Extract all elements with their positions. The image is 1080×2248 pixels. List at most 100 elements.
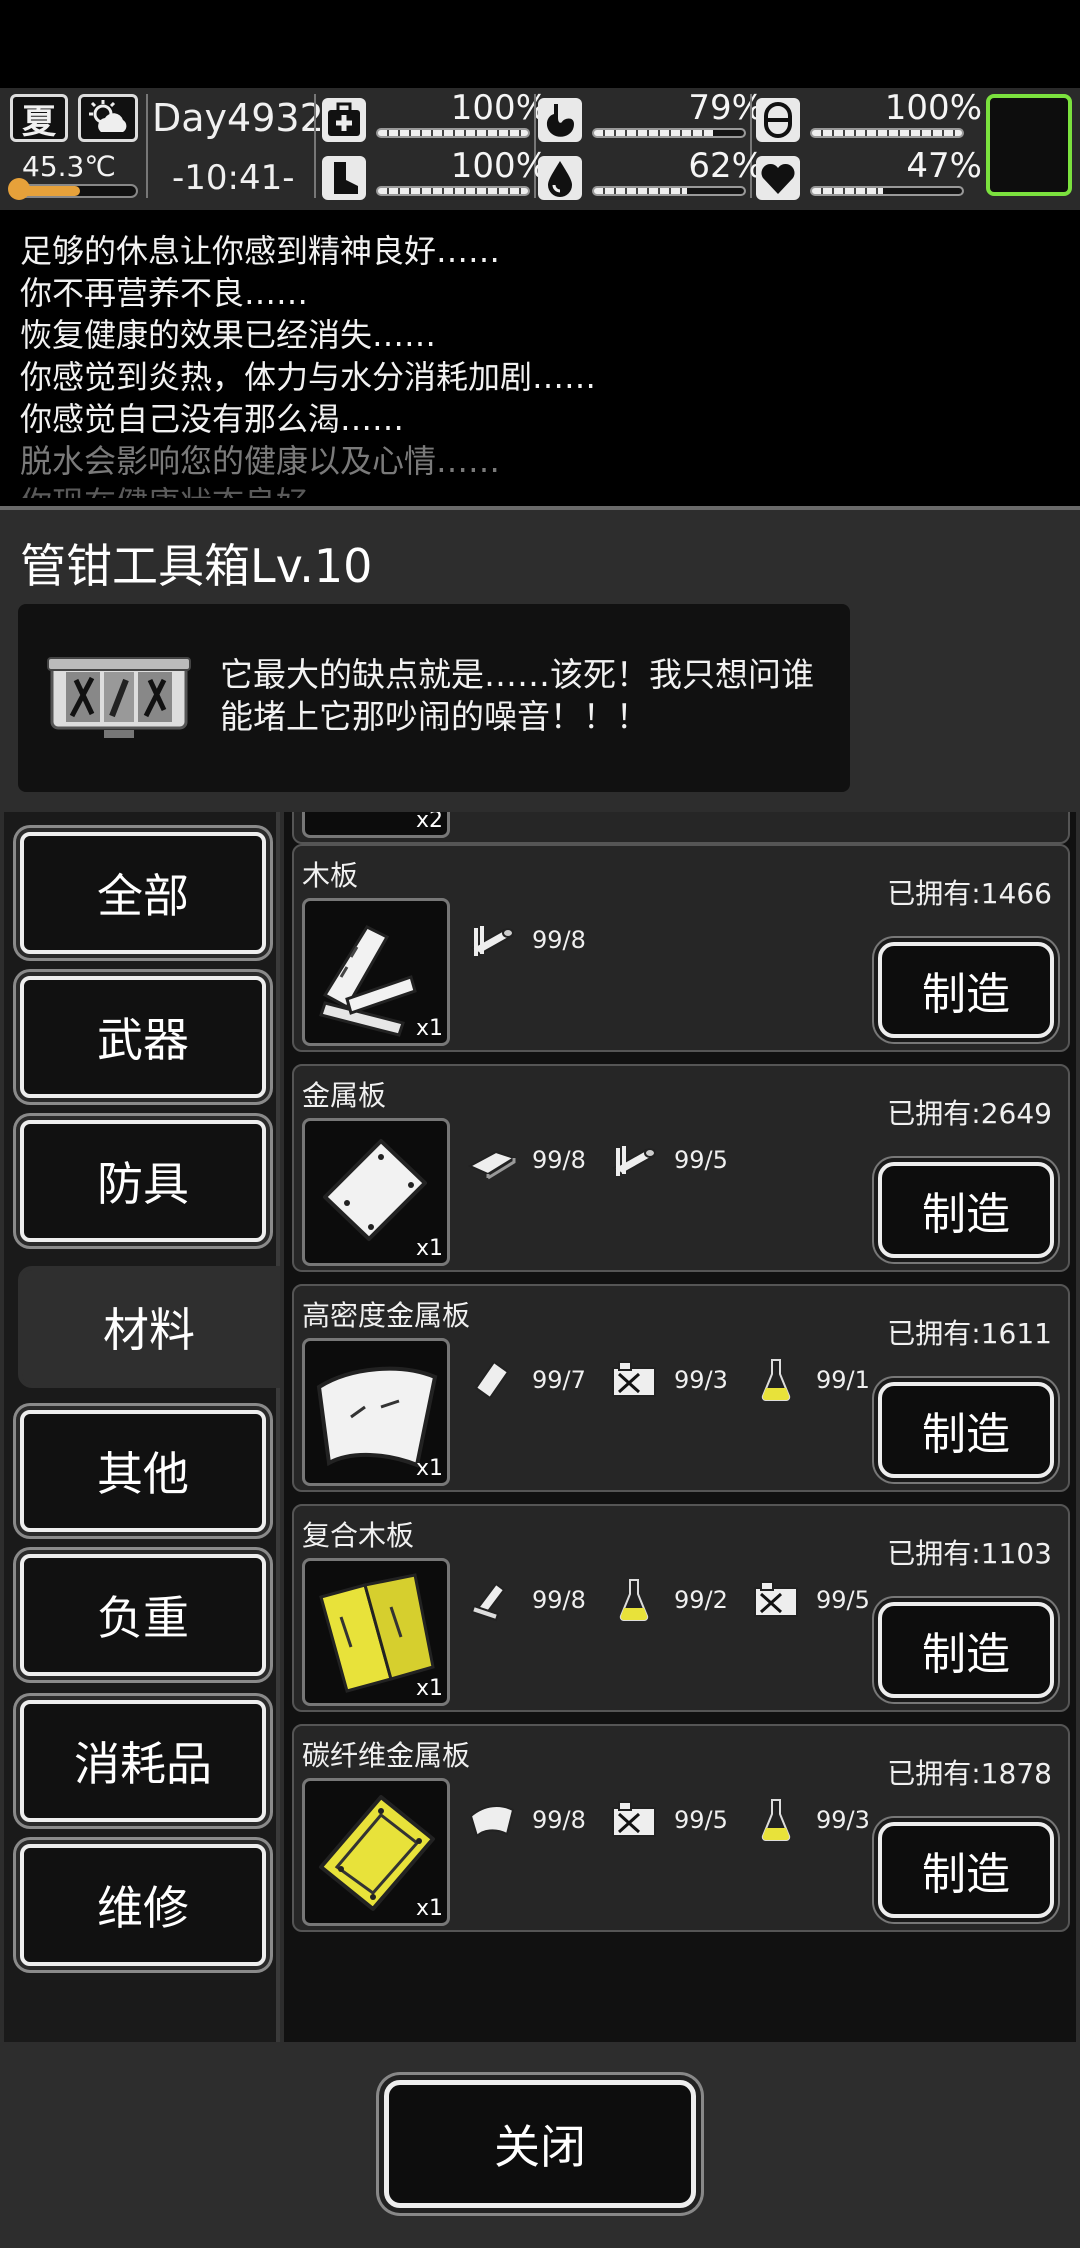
- ingredient: 99/3: [750, 1798, 870, 1842]
- recipe-name: 复合木板: [302, 1519, 415, 1552]
- metal-bar-icon: [466, 1138, 518, 1182]
- fuel-can-icon: [608, 1798, 660, 1842]
- owned-count: 已拥有:2649: [887, 1097, 1052, 1130]
- health-bar: [376, 128, 530, 138]
- ingredient: 99/8: [466, 1578, 586, 1622]
- health-value: 100%: [450, 88, 548, 128]
- craft-button[interactable]: 制造: [878, 942, 1054, 1038]
- recipe-thumb: x1: [302, 1558, 450, 1706]
- log-line: 你感觉到炎热，体力与水分消耗加剧……: [20, 358, 597, 396]
- ingredient: 99/8: [466, 1798, 586, 1842]
- category-all-button[interactable]: 全部: [20, 832, 266, 954]
- ingredient: 99/8: [466, 1138, 586, 1182]
- recipe-thumb: x2: [302, 812, 450, 838]
- ingredient: 99/7: [466, 1358, 586, 1402]
- divider: [314, 94, 316, 198]
- recipe-card: 复合木板 已拥有:1103 x1 99/8 99/2 99/5 制造: [292, 1504, 1070, 1712]
- close-button[interactable]: 关闭: [384, 2080, 696, 2208]
- owned-count: 已拥有:1878: [887, 1757, 1052, 1790]
- thirst-value: 62%: [688, 146, 764, 186]
- category-repair-button[interactable]: 维修: [20, 1844, 266, 1966]
- log-line: 你现在健康状态良好: [20, 478, 308, 498]
- recipe-card: 碳纤维金属板 已拥有:1878 x1 99/8 99/5 99/3 制造: [292, 1724, 1070, 1932]
- pill-bar: [810, 128, 964, 138]
- fuel-can-icon: [750, 1578, 802, 1622]
- pill-value: 100%: [884, 88, 982, 128]
- water-drop-icon: [538, 156, 582, 200]
- log-icon: [608, 1138, 660, 1182]
- boot-icon: [322, 156, 366, 200]
- ingredient: 99/3: [608, 1358, 728, 1402]
- log-line: 你感觉自己没有那么渴……: [20, 400, 405, 438]
- category-label: 武器: [97, 1013, 189, 1067]
- season-badge: 夏: [10, 94, 68, 142]
- category-label: 负重: [97, 1591, 189, 1645]
- recipe-thumb: x1: [302, 1778, 450, 1926]
- panel-title: 管钳工具箱Lv.10: [20, 539, 373, 593]
- fuel-can-icon: [608, 1358, 660, 1402]
- recipe-thumb: x1: [302, 1118, 450, 1266]
- ingredient-amount: 99/7: [532, 1366, 586, 1394]
- ingredient-amount: 99/8: [532, 926, 586, 954]
- category-sidebar: 全部 武器 防具 材料 其他 负重 消耗品 维修: [4, 812, 280, 2042]
- stomach-icon: [538, 98, 582, 142]
- recipe-thumb: x1: [302, 1338, 450, 1486]
- category-label: 材料: [103, 1303, 195, 1357]
- craft-button[interactable]: 制造: [878, 1162, 1054, 1258]
- category-label: 维修: [97, 1881, 189, 1935]
- recipe-qty: x2: [415, 812, 443, 833]
- ingredient-amount: 99/5: [816, 1586, 870, 1614]
- recipe-thumb: x1: [302, 898, 450, 1046]
- dense-metal-sheet-icon: [466, 1798, 518, 1842]
- category-label: 全部: [97, 869, 189, 923]
- recipe-qty: x1: [415, 1896, 443, 1921]
- hunger-value: 79%: [688, 88, 764, 128]
- recipe-card: 木板 已拥有:1466 x1 99/8 制造: [292, 844, 1070, 1052]
- message-log: 足够的休息让你感到精神良好…… 你不再营养不良…… 恢复健康的效果已经消失…… …: [0, 214, 1080, 498]
- medkit-icon: [322, 98, 366, 142]
- owned-count: 已拥有:1611: [887, 1317, 1052, 1350]
- category-materials-button[interactable]: 材料: [18, 1266, 280, 1388]
- weather-icon: [78, 94, 138, 142]
- ingredient: 99/1: [750, 1358, 870, 1402]
- recipe-qty: x1: [415, 1016, 443, 1041]
- category-armor-button[interactable]: 防具: [20, 1120, 266, 1242]
- ingredient: 99/5: [608, 1798, 728, 1842]
- temperature-value: 45.3℃: [22, 150, 116, 183]
- plank-icon: [466, 1578, 518, 1622]
- craft-button[interactable]: 制造: [878, 1602, 1054, 1698]
- ingredient-amount: 99/3: [674, 1366, 728, 1394]
- recipe-name: 高密度金属板: [302, 1299, 471, 1332]
- thermometer-icon: [8, 178, 30, 200]
- recipe-qty: x1: [415, 1676, 443, 1701]
- ingredient-amount: 99/2: [674, 1586, 728, 1614]
- category-consumables-button[interactable]: 消耗品: [20, 1700, 266, 1822]
- close-label: 关闭: [494, 2120, 586, 2174]
- quick-slot-button[interactable]: [986, 94, 1072, 196]
- stamina-bar: [376, 186, 530, 196]
- craft-button[interactable]: 制造: [878, 1382, 1054, 1478]
- mood-bar: [810, 186, 964, 196]
- stamina-value: 100%: [450, 146, 548, 186]
- log-line: 脱水会影响您的健康以及心情……: [20, 442, 501, 480]
- ingredient-amount: 99/8: [532, 1586, 586, 1614]
- toolbox-icon: [46, 650, 192, 746]
- log-line: 足够的休息让你感到精神良好……: [20, 232, 501, 270]
- category-label: 防具: [97, 1157, 189, 1211]
- recipe-list[interactable]: x2 木板 已拥有:1466 x1 99/8 制造 金属板 已拥有:2649 x1 99/8 99…: [284, 812, 1076, 2042]
- item-description: 它最大的缺点就是……该死！我只想问谁能堵上它那吵闹的噪音！！！: [220, 655, 814, 736]
- craft-button[interactable]: 制造: [878, 1822, 1054, 1918]
- log-line: 你不再营养不良……: [20, 274, 309, 312]
- recipe-qty: x1: [415, 1236, 443, 1261]
- category-carry-button[interactable]: 负重: [20, 1554, 266, 1676]
- category-weapons-button[interactable]: 武器: [20, 976, 266, 1098]
- flask-icon: [750, 1798, 802, 1842]
- ingredient-amount: 99/3: [816, 1806, 870, 1834]
- recipe-name: 木板: [302, 859, 359, 892]
- divider: [146, 94, 148, 198]
- recipe-card-partial: x2: [292, 812, 1070, 844]
- ingredient-amount: 99/8: [532, 1806, 586, 1834]
- ingredient-amount: 99/5: [674, 1806, 728, 1834]
- category-other-button[interactable]: 其他: [20, 1410, 266, 1532]
- log-icon: [466, 918, 518, 962]
